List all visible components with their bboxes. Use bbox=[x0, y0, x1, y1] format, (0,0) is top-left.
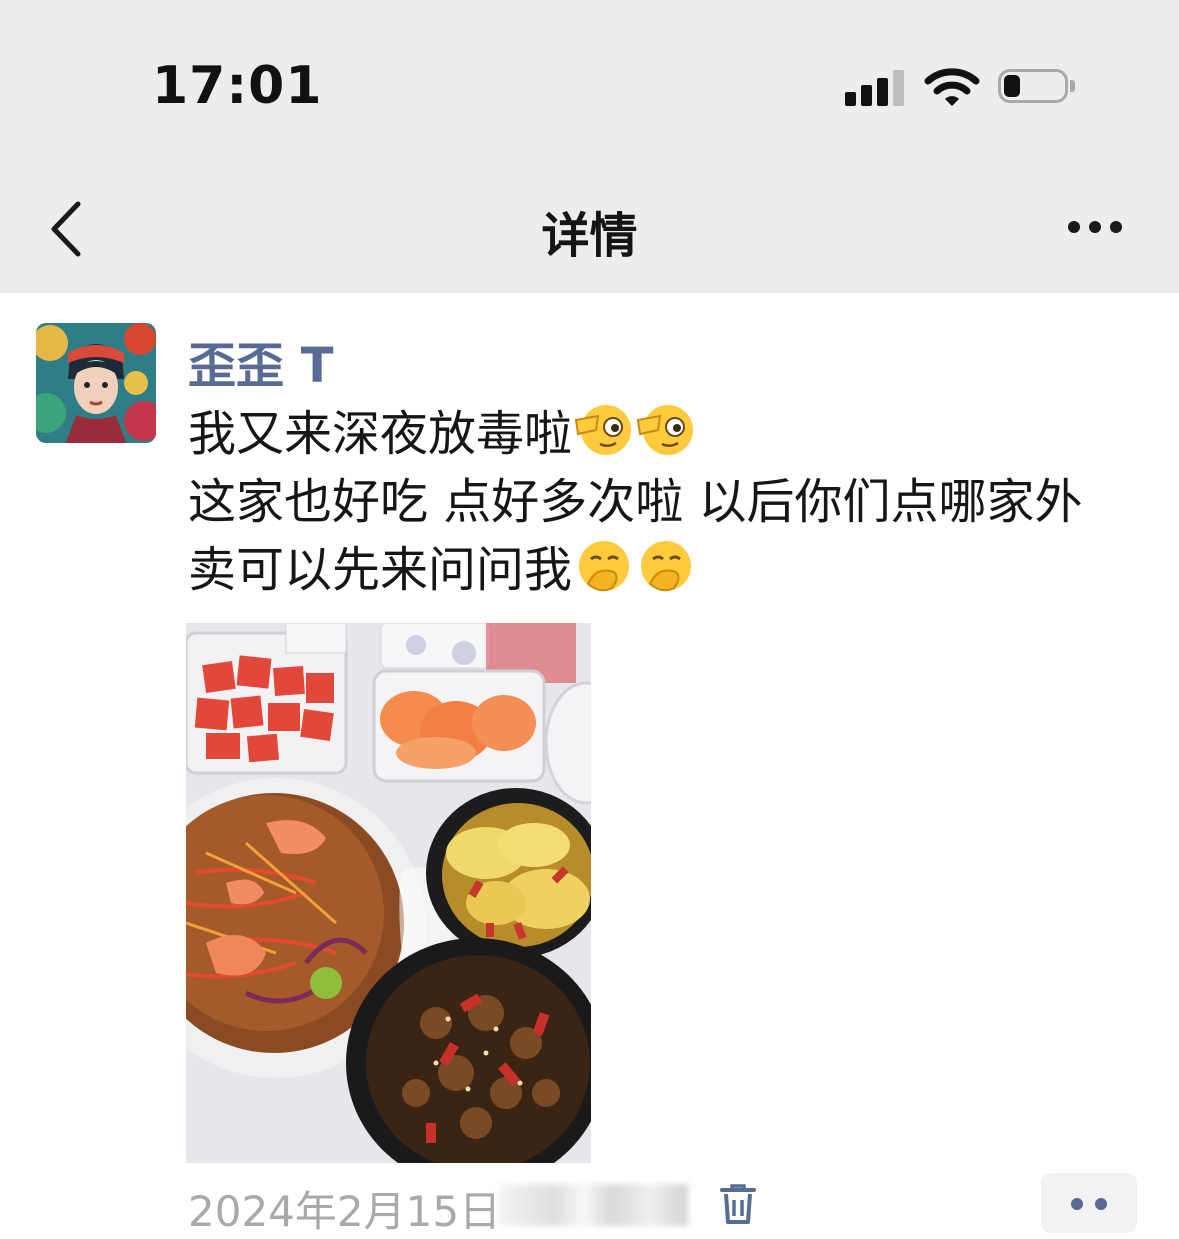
top-bar: 17:01 详情 bbox=[0, 0, 1179, 293]
post-text-line: 卖可以先来问问我 bbox=[188, 536, 1158, 604]
face-with-monocle-emoji bbox=[574, 405, 632, 455]
post-text-line1: 我又来深夜放毒啦 bbox=[188, 406, 573, 462]
food-photo-illustration bbox=[186, 623, 591, 1163]
battery-icon bbox=[998, 69, 1076, 107]
post-text: 我又来深夜放毒啦 这家也好吃 点好多次啦 以后你们点哪家外 卖可以先来问问我 bbox=[188, 400, 1158, 604]
food-photo[interactable] bbox=[186, 623, 591, 1163]
face-with-hand-over-mouth-emoji bbox=[641, 541, 692, 592]
post-text-line2: 这家也好吃 点好多次啦 以后你们点哪家外 bbox=[188, 474, 1083, 530]
post-date: 2024年2月15日 bbox=[188, 1187, 502, 1236]
avatar-illustration bbox=[36, 323, 156, 443]
blurred-overlay bbox=[498, 1184, 688, 1226]
post-text-line: 我又来深夜放毒啦 bbox=[188, 400, 1158, 468]
trash-icon[interactable] bbox=[718, 1182, 758, 1226]
face-with-monocle-emoji bbox=[636, 405, 694, 455]
status-time: 17:01 bbox=[152, 56, 323, 116]
face-with-hand-over-mouth-emoji bbox=[579, 541, 630, 592]
avatar[interactable] bbox=[36, 323, 156, 443]
more-button[interactable] bbox=[1060, 210, 1130, 244]
username[interactable]: 歪歪 T bbox=[188, 326, 333, 396]
post-text-line3: 卖可以先来问问我 bbox=[188, 542, 573, 598]
cellular-signal-icon bbox=[845, 70, 907, 106]
wifi-icon bbox=[924, 68, 980, 106]
page-title: 详情 bbox=[541, 208, 638, 264]
comment-button[interactable] bbox=[1041, 1173, 1137, 1233]
